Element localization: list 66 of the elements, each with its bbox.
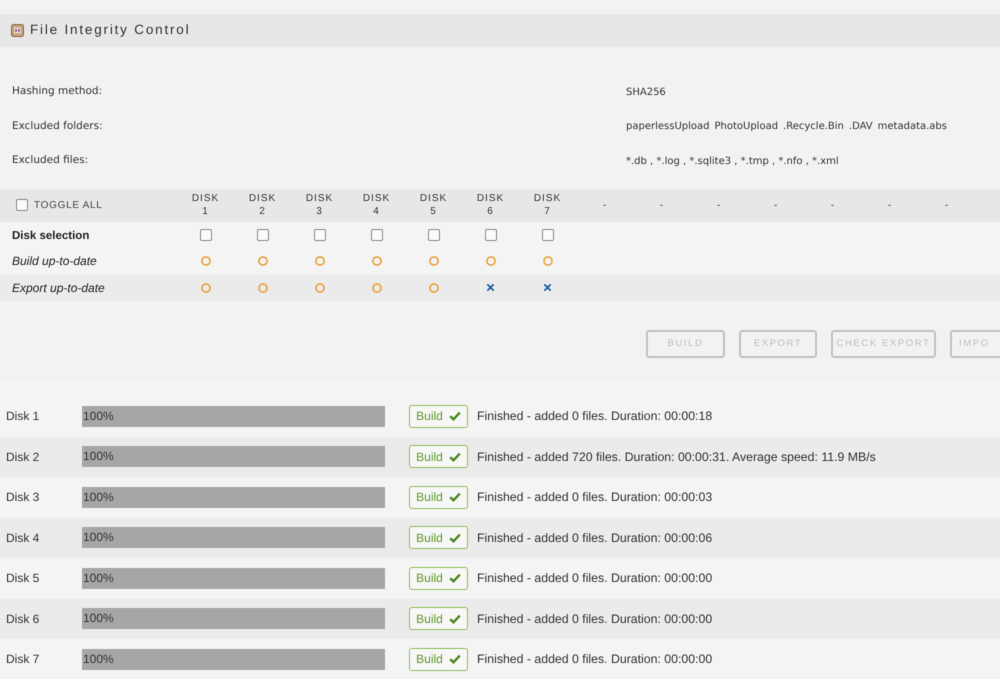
status-message: Finished - added 0 files. Duration: 00:00:03 <box>477 489 712 506</box>
setting-value: metadata.abs <box>878 120 947 134</box>
disk-checkbox[interactable] <box>484 228 496 241</box>
progress-reading: 100% <box>83 488 114 506</box>
progress-reading: 100% <box>83 408 114 425</box>
disk-name: Disk 6 <box>5 610 40 628</box>
column-header: - <box>660 198 664 212</box>
page-title: File Integrity Control <box>30 21 190 40</box>
setting-label: Excluded folders: <box>11 118 104 134</box>
disk-name: Disk 1 <box>5 408 40 426</box>
column-header: DISK 3 <box>306 192 334 218</box>
setting-value: .Recycle.Bin <box>783 120 844 134</box>
column-header: DISK 6 <box>476 192 504 218</box>
column-header: - <box>888 198 892 212</box>
column-header: DISK 7 <box>534 192 562 218</box>
status-message: Finished - added 0 files. Duration: 00:00:18 <box>477 408 712 426</box>
disk-name: Disk 3 <box>5 489 40 506</box>
disk-name: Disk 2 <box>5 448 40 466</box>
toggle-all-label[interactable]: TOGGLE ALL <box>34 198 103 212</box>
setting-label: Hashing method: <box>11 84 104 100</box>
build-button[interactable]: Build <box>409 404 468 428</box>
frame-icon <box>11 24 24 37</box>
status-message: Finished - added 720 files. Duration: 00:00:31. Average speed: 11.9 MB/s <box>477 448 876 466</box>
status-message: Finished - added 0 files. Duration: 00:00:00 <box>477 610 712 628</box>
column-header: - <box>774 198 778 212</box>
column-header: - <box>602 198 606 212</box>
disk-name: Disk 4 <box>5 530 40 547</box>
setting-value: *.db , *.log , *.sqlite3 , *.tmp , *.nfo , *.xml <box>626 154 839 169</box>
disk-checkbox[interactable] <box>200 228 212 241</box>
setting-value: .DAV <box>848 120 873 134</box>
column-header: DISK 1 <box>192 192 220 218</box>
status-message: Finished - added 0 files. Duration: 00:00:00 <box>477 651 712 668</box>
column-header: - <box>716 198 720 212</box>
column-header: DISK 2 <box>248 192 276 218</box>
column-header: DISK 5 <box>420 192 448 218</box>
disk-checkbox[interactable] <box>256 228 268 241</box>
disk-name: Disk 7 <box>5 651 40 668</box>
build-button[interactable]: Build <box>409 445 468 468</box>
setting-value: PhotoUpload <box>714 120 778 134</box>
row-label: Build up-to-date <box>12 254 97 268</box>
progress-reading: 100% <box>83 610 114 628</box>
progress-reading: 100% <box>83 650 114 668</box>
status-message: Finished - added 0 files. Duration: 00:00:06 <box>477 530 712 547</box>
disk-checkbox[interactable] <box>428 228 440 241</box>
setting-value: SHA256 <box>626 86 666 100</box>
column-header: - <box>944 198 948 212</box>
build-button[interactable]: Build <box>409 566 468 590</box>
disk-checkbox[interactable] <box>542 228 554 241</box>
disk-checkbox[interactable] <box>370 228 382 241</box>
column-header: - <box>830 198 834 212</box>
row-label: Export up-to-date <box>12 280 105 295</box>
disk-name: Disk 5 <box>5 570 40 588</box>
toggle-all-checkbox[interactable] <box>16 199 28 211</box>
setting-value: paperlessUpload <box>626 120 710 134</box>
column-header: DISK 4 <box>362 192 390 218</box>
row-label: Disk selection <box>12 230 90 242</box>
status-message: Finished - added 0 files. Duration: 00:00:00 <box>477 570 712 588</box>
build-button[interactable]: Build <box>409 648 468 671</box>
build-button[interactable]: Build <box>409 486 468 509</box>
progress-reading: 100% <box>83 570 114 587</box>
disk-checkbox[interactable] <box>314 228 326 241</box>
build-button[interactable]: Build <box>409 526 468 550</box>
progress-reading: 100% <box>83 529 114 546</box>
build-button[interactable]: Build <box>409 607 468 630</box>
progress-reading: 100% <box>83 448 114 466</box>
setting-label: Excluded files: <box>11 153 90 168</box>
